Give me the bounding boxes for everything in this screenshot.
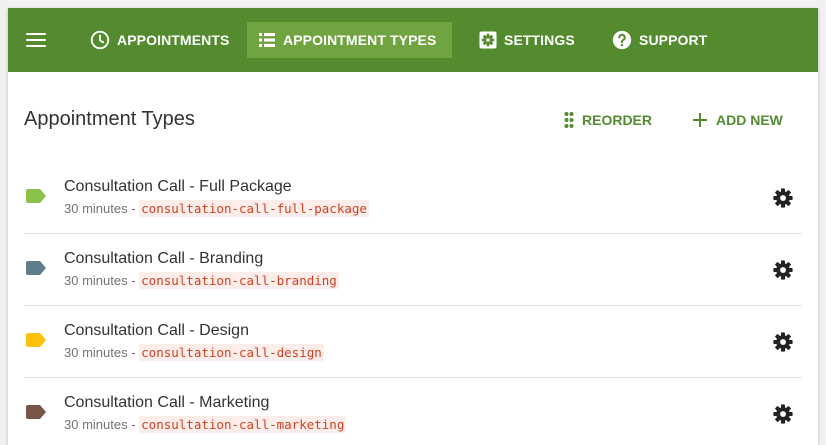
duration: 30 minutes	[64, 345, 128, 360]
gear-icon	[479, 31, 497, 49]
app-frame: APPOINTMENTS APPOINTMENT TYPES SETTINGS …	[8, 8, 818, 445]
drag-handle-icon	[564, 112, 574, 128]
appointment-types-list: Consultation Call - Full Package 30 minu…	[24, 162, 802, 445]
duration: 30 minutes	[64, 201, 128, 216]
tag-shape	[26, 261, 46, 275]
top-nav-bar: APPOINTMENTS APPOINTMENT TYPES SETTINGS …	[8, 8, 818, 72]
appointment-type-meta: 30 minutes - consultation-call-design	[64, 344, 324, 361]
menu-icon[interactable]	[26, 30, 46, 50]
tab-appointment-types-label: APPOINTMENT TYPES	[283, 32, 437, 48]
duration: 30 minutes	[64, 273, 128, 288]
add-new-label: ADD NEW	[716, 112, 783, 128]
settings-gear-icon[interactable]	[772, 187, 794, 209]
tab-settings-label: SETTINGS	[504, 32, 575, 48]
list-item[interactable]: Consultation Call - Design 30 minutes - …	[24, 306, 802, 378]
slug-code: consultation-call-design	[139, 344, 324, 361]
help-icon	[612, 30, 632, 50]
duration: 30 minutes	[64, 417, 128, 432]
tab-appointments[interactable]: APPOINTMENTS	[79, 22, 239, 58]
tab-support-label: SUPPORT	[639, 32, 708, 48]
appointment-type-name: Consultation Call - Branding	[64, 250, 264, 267]
slug-code: consultation-call-full-package	[139, 200, 369, 217]
slug-code: consultation-call-branding	[139, 272, 339, 289]
separator: -	[127, 201, 140, 216]
appointment-type-meta: 30 minutes - consultation-call-branding	[64, 272, 339, 289]
tab-appointments-label: APPOINTMENTS	[117, 32, 230, 48]
tab-support[interactable]: SUPPORT	[601, 22, 717, 58]
settings-gear-icon[interactable]	[772, 259, 794, 281]
add-new-button[interactable]: ADD NEW	[692, 107, 783, 133]
tag-shape	[26, 333, 46, 347]
appointment-type-name: Consultation Call - Marketing	[64, 394, 270, 411]
settings-gear-icon[interactable]	[772, 403, 794, 425]
plus-icon	[693, 113, 707, 127]
reorder-label: REORDER	[582, 112, 653, 128]
page-title: Appointment Types	[24, 108, 195, 130]
tag-shape	[26, 405, 46, 419]
label-tag-icon	[26, 261, 46, 275]
list-icon	[259, 33, 275, 47]
appointment-type-name: Consultation Call - Full Package	[64, 178, 292, 195]
tab-appointment-types[interactable]: APPOINTMENT TYPES	[247, 22, 452, 58]
appointment-type-name: Consultation Call - Design	[64, 322, 249, 339]
settings-gear-icon[interactable]	[772, 331, 794, 353]
slug-code: consultation-call-marketing	[139, 416, 347, 433]
label-tag-icon	[26, 333, 46, 347]
list-item[interactable]: Consultation Call - Branding 30 minutes …	[24, 234, 802, 306]
tab-settings[interactable]: SETTINGS	[468, 22, 585, 58]
clock-icon	[90, 30, 110, 50]
separator: -	[127, 417, 140, 432]
separator: -	[127, 345, 140, 360]
label-tag-icon	[26, 405, 46, 419]
appointment-type-meta: 30 minutes - consultation-call-marketing	[64, 416, 347, 433]
reorder-button[interactable]: REORDER	[564, 107, 652, 133]
tag-shape	[26, 189, 46, 203]
label-tag-icon	[26, 189, 46, 203]
list-item[interactable]: Consultation Call - Full Package 30 minu…	[24, 162, 802, 234]
appointment-type-meta: 30 minutes - consultation-call-full-pack…	[64, 200, 369, 217]
list-item[interactable]: Consultation Call - Marketing 30 minutes…	[24, 378, 802, 445]
separator: -	[127, 273, 140, 288]
